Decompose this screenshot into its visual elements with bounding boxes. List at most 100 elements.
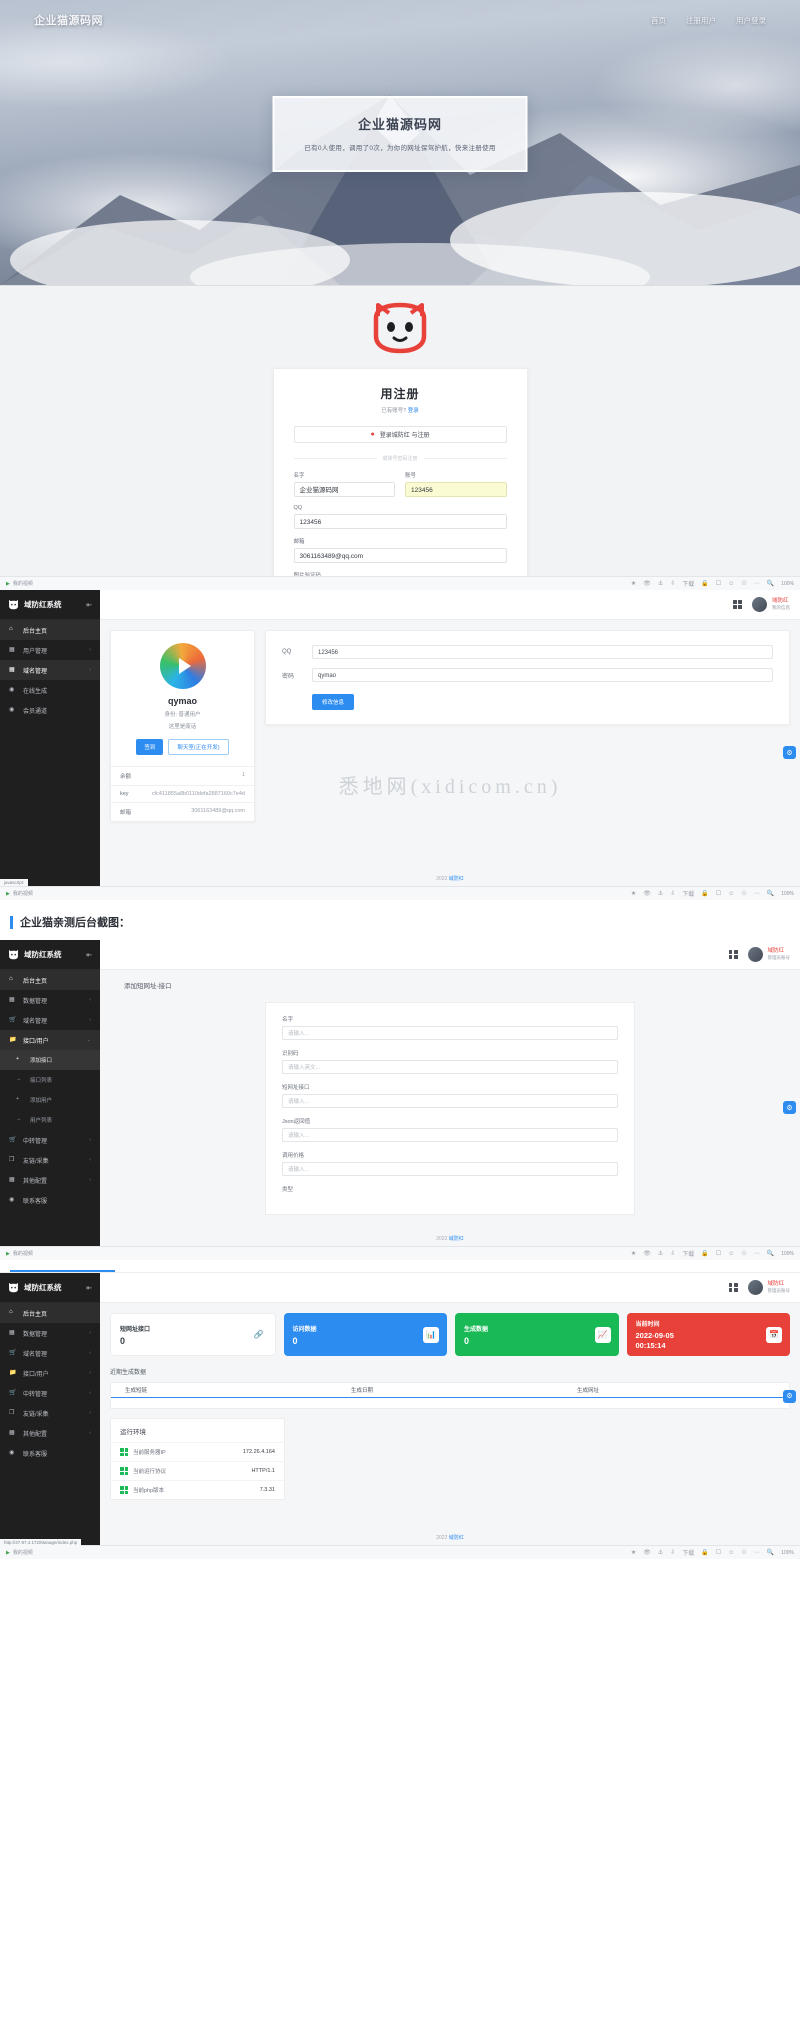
sidebar-item-user-list[interactable]: → 用户列表 (0, 1110, 100, 1130)
gear-icon[interactable]: ⚙ (783, 1101, 796, 1114)
sidebar-item-home[interactable]: ⌂ 后台主页 (0, 1303, 100, 1323)
statusbar-badge[interactable]: ▶ 我的视频 (6, 890, 33, 898)
nav-item-register[interactable]: 注册用户 (686, 15, 716, 26)
download-label[interactable]: 下载 (682, 1249, 694, 1258)
oauth-login-button[interactable]: ● 登录城防红 与注册 (293, 426, 507, 443)
shield-icon[interactable]: ★ (631, 1250, 636, 1257)
chat-icon[interactable]: ☺ (728, 891, 734, 897)
nav-item-login[interactable]: 用户登录 (736, 15, 766, 26)
more-icon[interactable]: ⋯ (754, 1549, 760, 1556)
magnifier-icon[interactable]: 🔍 (767, 890, 774, 897)
lock-icon[interactable]: 🔒 (701, 1250, 708, 1257)
code-input[interactable]: 请输入英文... (282, 1060, 618, 1074)
apps-grid-icon[interactable] (728, 950, 738, 959)
sidebar-item-data-manage[interactable]: ▦ 数据管理 ‹ (0, 990, 100, 1010)
sidebar-item-interface-user[interactable]: 📁 接口/用户 ⌄ (0, 1030, 100, 1050)
magnifier-icon[interactable]: 🔍 (767, 1250, 774, 1257)
sidebar-item-friendlink-collect[interactable]: ❐ 友链/采集 ‹ (0, 1403, 100, 1423)
sign-in-button[interactable]: 签到 (136, 739, 164, 755)
collapse-icon[interactable]: ⇤ (86, 1284, 92, 1292)
sidebar-item-other-config[interactable]: ▦ 其他配置 ‹ (0, 1170, 100, 1190)
stat-card-current-time[interactable]: 当前时间 2022-09-05 00:15:14 📅 (626, 1313, 790, 1356)
sidebar-item-contact-support[interactable]: ◉ 联系客服 (0, 1443, 100, 1463)
shorturl-input[interactable]: 请输入... (282, 1094, 618, 1108)
edit-password-input[interactable]: qymao (312, 668, 773, 682)
bookmark-icon[interactable]: ☉ (741, 890, 746, 897)
image-icon[interactable]: ☐ (716, 890, 721, 897)
magnifier-icon[interactable]: 🔍 (767, 580, 774, 587)
stat-card-visits[interactable]: 访问数据 0 📊 (283, 1313, 447, 1356)
zoom-level[interactable]: 100% (781, 1251, 794, 1257)
stat-card-shorturl-api[interactable]: 短网址接口 0 🔗 (110, 1313, 276, 1356)
sidebar-item-home[interactable]: ⌂ 后台主页 (0, 970, 100, 990)
sidebar-item-contact-support[interactable]: ◉ 联系客服 (0, 1190, 100, 1210)
image-icon[interactable]: ☐ (716, 1250, 721, 1257)
hero-nav-menu[interactable]: 首页 注册用户 用户登录 (651, 15, 766, 26)
name-input[interactable]: 请输入... (282, 1026, 618, 1040)
eye-icon[interactable]: 👁 (643, 1549, 651, 1556)
sidebar-item-data-manage[interactable]: ▦ 数据管理 ‹ (0, 1323, 100, 1343)
magnifier-icon[interactable]: 🔍 (767, 1549, 774, 1556)
download-icon[interactable]: ⇩ (670, 890, 675, 897)
pin-icon[interactable]: ⚓ (658, 1549, 663, 1556)
avatar[interactable] (747, 947, 763, 962)
gear-icon[interactable]: ⚙ (783, 1389, 796, 1403)
stat-card-generated[interactable]: 生成数据 0 📈 (455, 1313, 619, 1356)
zoom-level[interactable]: 100% (781, 1550, 794, 1556)
shield-icon[interactable]: ★ (631, 1549, 636, 1556)
statusbar-badge[interactable]: ▶ 我的视频 (6, 580, 33, 588)
download-icon[interactable]: ⇩ (670, 580, 675, 587)
statusbar-badge[interactable]: ▶ 我的视频 (6, 1250, 33, 1258)
sidebar-item-domain-manage[interactable]: ▦ 域名管理 ‹ (0, 660, 100, 680)
download-label[interactable]: 下载 (682, 1548, 694, 1557)
eye-icon[interactable]: 👁 (643, 580, 651, 587)
chatroom-button[interactable]: 聊天室(正在开发) (168, 739, 229, 755)
zoom-level[interactable]: 100% (781, 581, 794, 587)
download-label[interactable]: 下载 (682, 579, 694, 588)
email-input[interactable]: 3061163489@qq.com (293, 548, 507, 563)
eye-icon[interactable]: 👁 (643, 1250, 651, 1257)
save-button[interactable]: 修改信息 (312, 694, 355, 710)
sidebar-item-member-channel[interactable]: ◉ 会员通道 (0, 700, 100, 720)
avatar[interactable] (752, 597, 767, 612)
download-icon[interactable]: ⇩ (670, 1549, 675, 1556)
download-icon[interactable]: ⇩ (670, 1250, 675, 1257)
more-icon[interactable]: ⋯ (754, 1250, 760, 1257)
sidebar-item-transfer-manage[interactable]: 🛒 中转管理 ‹ (0, 1383, 100, 1403)
nav-item-home[interactable]: 首页 (651, 15, 666, 26)
bookmark-icon[interactable]: ☉ (741, 580, 746, 587)
sidebar-item-online-generate[interactable]: ◉ 在线生成 (0, 680, 100, 700)
pin-icon[interactable]: ⚓ (658, 890, 663, 897)
edit-qq-input[interactable]: 123456 (312, 645, 773, 659)
more-icon[interactable]: ⋯ (754, 580, 760, 587)
apps-grid-icon[interactable] (728, 1283, 738, 1292)
eye-icon[interactable]: 👁 (643, 890, 651, 897)
sidebar-item-domain-manage[interactable]: 🛒 域名管理 ‹ (0, 1343, 100, 1363)
sidebar-item-domain-manage[interactable]: 🛒 域名管理 ‹ (0, 1010, 100, 1030)
statusbar-badge[interactable]: ▶ 我的视频 (6, 1549, 33, 1557)
more-icon[interactable]: ⋯ (754, 890, 760, 897)
account-input[interactable]: 123456 (405, 482, 507, 497)
sidebar-item-other-config[interactable]: ▦ 其他配置 ‹ (0, 1423, 100, 1443)
pin-icon[interactable]: ⚓ (658, 580, 663, 587)
pin-icon[interactable]: ⚓ (658, 1250, 663, 1257)
zoom-level[interactable]: 100% (781, 891, 794, 897)
sidebar-item-friendlink-collect[interactable]: ❐ 友链/采集 ‹ (0, 1150, 100, 1170)
chat-icon[interactable]: ☺ (728, 581, 734, 587)
shield-icon[interactable]: ★ (631, 890, 636, 897)
bookmark-icon[interactable]: ☉ (741, 1250, 746, 1257)
collapse-icon[interactable]: ⇤ (86, 601, 92, 609)
collapse-icon[interactable]: ⇤ (86, 951, 92, 959)
qq-input[interactable]: 123456 (293, 514, 507, 529)
sidebar-item-user-manage[interactable]: ▦ 用户管理 ‹ (0, 640, 100, 660)
apps-grid-icon[interactable] (733, 600, 742, 609)
topbar-user[interactable]: 域防红 管理员账号 (768, 948, 791, 961)
chat-icon[interactable]: ☺ (728, 1251, 734, 1257)
topbar-user[interactable]: 域防红 我的信息 (772, 598, 790, 611)
sidebar-item-interface-user[interactable]: 📁 接口/用户 ‹ (0, 1363, 100, 1383)
lock-icon[interactable]: 🔒 (701, 1549, 708, 1556)
sidebar-item-add-user[interactable]: + 添加用户 (0, 1090, 100, 1110)
topbar-user[interactable]: 域防红 管理员账号 (768, 1281, 791, 1294)
name-input[interactable]: 企业猫源码网 (293, 482, 395, 497)
image-icon[interactable]: ☐ (716, 580, 721, 587)
